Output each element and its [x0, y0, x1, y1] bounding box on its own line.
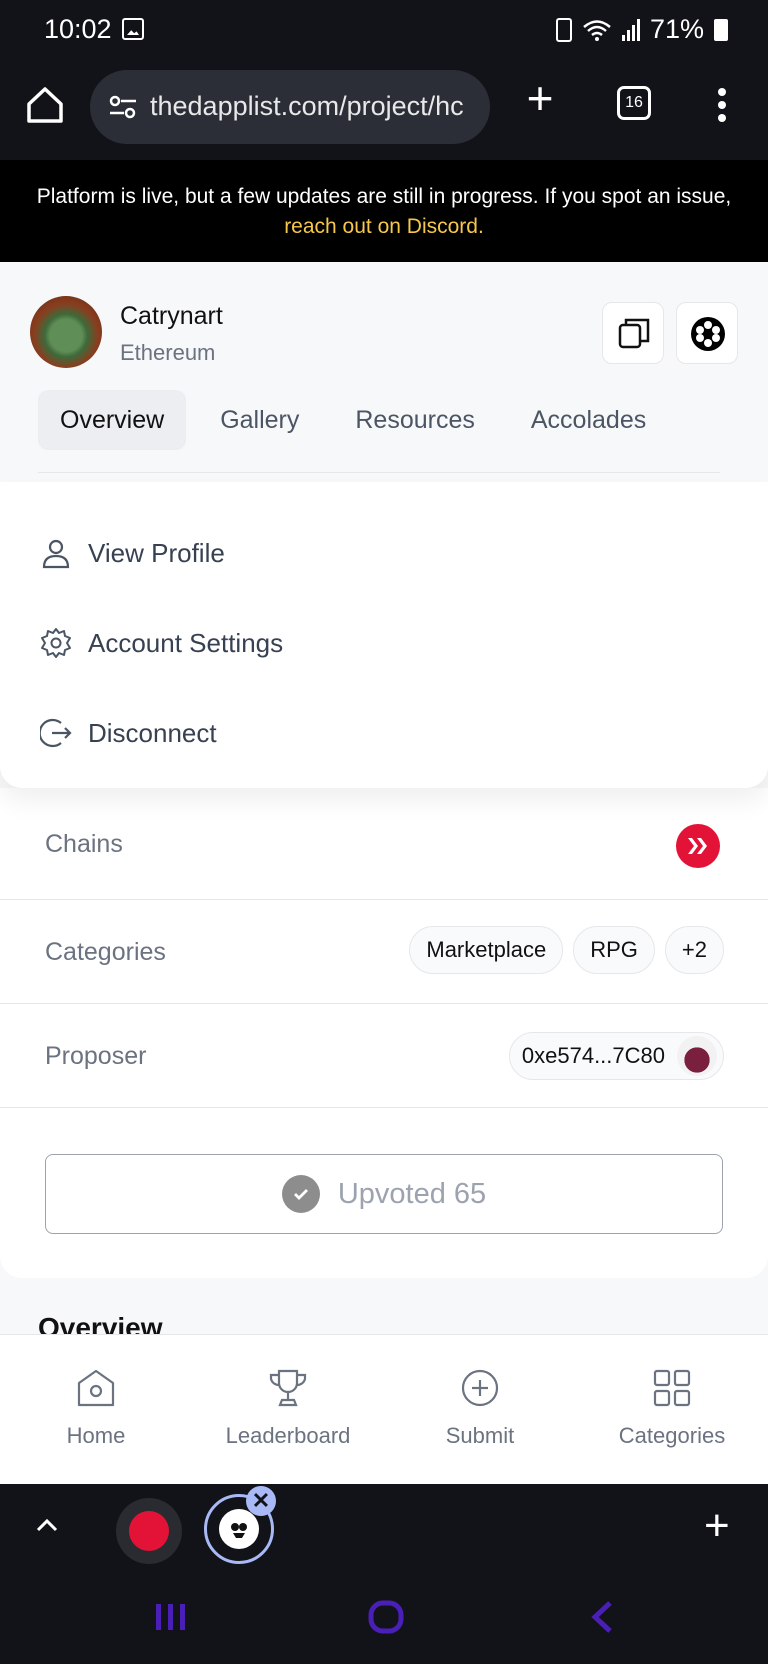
new-tab-button[interactable]: +: [520, 75, 560, 121]
tab-overview[interactable]: Overview: [38, 390, 187, 450]
close-tab-icon[interactable]: ✕: [246, 1486, 276, 1516]
tab-resources[interactable]: Resources: [333, 390, 497, 450]
status-time: 10:02: [44, 14, 112, 44]
hive-tab-icon: [129, 1511, 169, 1551]
category-chip[interactable]: Marketplace: [409, 926, 564, 974]
nav-categories[interactable]: Categories: [576, 1335, 768, 1484]
wifi-icon: [583, 19, 611, 41]
user-icon: [42, 539, 70, 569]
recent-apps-icon[interactable]: [154, 1602, 188, 1632]
view-profile-label: View Profile: [88, 537, 225, 568]
banner-text: Platform is live, but a few updates are …: [36, 185, 732, 208]
browser-tab-strip: ✕ +: [0, 1484, 768, 1576]
discord-link[interactable]: reach out on Discord.: [284, 215, 484, 238]
proposer-address: 0xe574...7C80: [521, 1043, 665, 1068]
nav-leaderboard-label: Leaderboard: [225, 1423, 351, 1448]
back-icon[interactable]: [590, 1600, 614, 1634]
disconnect-label: Disconnect: [88, 717, 217, 748]
project-chain: Ethereum: [120, 340, 216, 365]
overview-section: Overview: [0, 1278, 768, 1334]
hive-chain-icon[interactable]: [676, 824, 720, 868]
url-text[interactable]: thedapplist.com/project/hc: [150, 91, 480, 122]
categories-label: Categories: [45, 938, 166, 966]
signal-icon: [621, 18, 640, 41]
category-chip[interactable]: RPG: [573, 926, 655, 974]
project-tabs: Overview Gallery Resources Accolades: [38, 390, 680, 450]
nav-categories-label: Categories: [618, 1423, 726, 1448]
home-icon: [77, 1369, 115, 1407]
browser-menu-icon[interactable]: [718, 88, 726, 122]
tab-accolades[interactable]: Accolades: [509, 390, 668, 450]
upvote-button[interactable]: Upvoted 65: [45, 1154, 723, 1234]
project-header: Catrynart Ethereum Overview Gallery Reso…: [0, 262, 768, 482]
add-tab-button[interactable]: +: [704, 1504, 730, 1548]
copy-icon: [618, 318, 650, 349]
account-settings-label: Account Settings: [88, 627, 284, 658]
nav-leaderboard[interactable]: Leaderboard: [192, 1335, 384, 1484]
hive-logo-icon: [688, 838, 707, 854]
upvote-label: Upvoted 65: [337, 1177, 487, 1210]
categories-row: Categories Marketplace RPG +2: [0, 900, 768, 1004]
gallery-notification-icon: [122, 18, 144, 40]
tab-switcher-button[interactable]: 16: [617, 86, 651, 120]
chevron-up-icon[interactable]: [34, 1512, 60, 1538]
nav-home[interactable]: Home: [0, 1335, 192, 1484]
gear-icon: [41, 628, 71, 658]
browser-toolbar: thedapplist.com/project/hc + 16: [0, 58, 768, 160]
overview-heading: Overview: [38, 1312, 163, 1334]
view-profile-item[interactable]: View Profile: [40, 528, 225, 578]
nav-submit-label: Submit: [445, 1423, 515, 1448]
system-nav-bar: [0, 1576, 768, 1664]
project-name: Catrynart: [120, 302, 223, 330]
account-menu: View Profile Account Settings Disconnect: [0, 482, 768, 788]
site-settings-icon[interactable]: [108, 94, 138, 120]
chains-row: Chains: [0, 788, 768, 900]
bottom-nav: Home Leaderboard Submit Categories: [0, 1334, 768, 1484]
nav-home-label: Home: [66, 1423, 126, 1448]
more-categories-chip[interactable]: +2: [664, 926, 724, 974]
home-icon[interactable]: [24, 84, 66, 126]
disconnect-item[interactable]: Disconnect: [40, 708, 217, 758]
logout-icon: [40, 718, 72, 748]
proposer-avatar: [677, 1036, 717, 1076]
chains-label: Chains: [45, 830, 123, 858]
proposer-label: Proposer: [45, 1042, 147, 1070]
flower-logo-icon: [691, 317, 725, 351]
home-button-icon[interactable]: [368, 1600, 404, 1634]
tab-hive[interactable]: [116, 1498, 182, 1564]
announcement-banner: Platform is live, but a few updates are …: [0, 160, 768, 262]
proposer-chip[interactable]: 0xe574...7C80: [508, 1032, 724, 1080]
project-avatar: [30, 296, 102, 368]
battery-saver-icon: [555, 17, 572, 42]
copy-button[interactable]: [602, 302, 664, 364]
grid-icon: [653, 1369, 691, 1407]
status-bar: 10:02 71%: [0, 0, 768, 58]
nav-submit[interactable]: Submit: [384, 1335, 576, 1484]
category-chips: Marketplace RPG +2: [409, 926, 724, 974]
proposer-row: Proposer 0xe574...7C80: [0, 1004, 768, 1108]
plus-circle-icon: [461, 1369, 499, 1407]
tab-gallery[interactable]: Gallery: [198, 390, 321, 450]
trophy-icon: [269, 1369, 307, 1407]
project-details-card: Chains Categories Marketplace RPG +2 Pro…: [0, 788, 768, 1278]
check-icon: [281, 1175, 320, 1213]
dapplist-tab-icon: [219, 1509, 259, 1549]
address-bar[interactable]: thedapplist.com/project/hc: [90, 70, 490, 144]
tabs-divider: [38, 472, 720, 473]
project-link-button[interactable]: [676, 302, 738, 364]
account-settings-item[interactable]: Account Settings: [40, 618, 283, 668]
battery-percent: 71%: [649, 14, 704, 44]
battery-icon: [714, 18, 728, 41]
